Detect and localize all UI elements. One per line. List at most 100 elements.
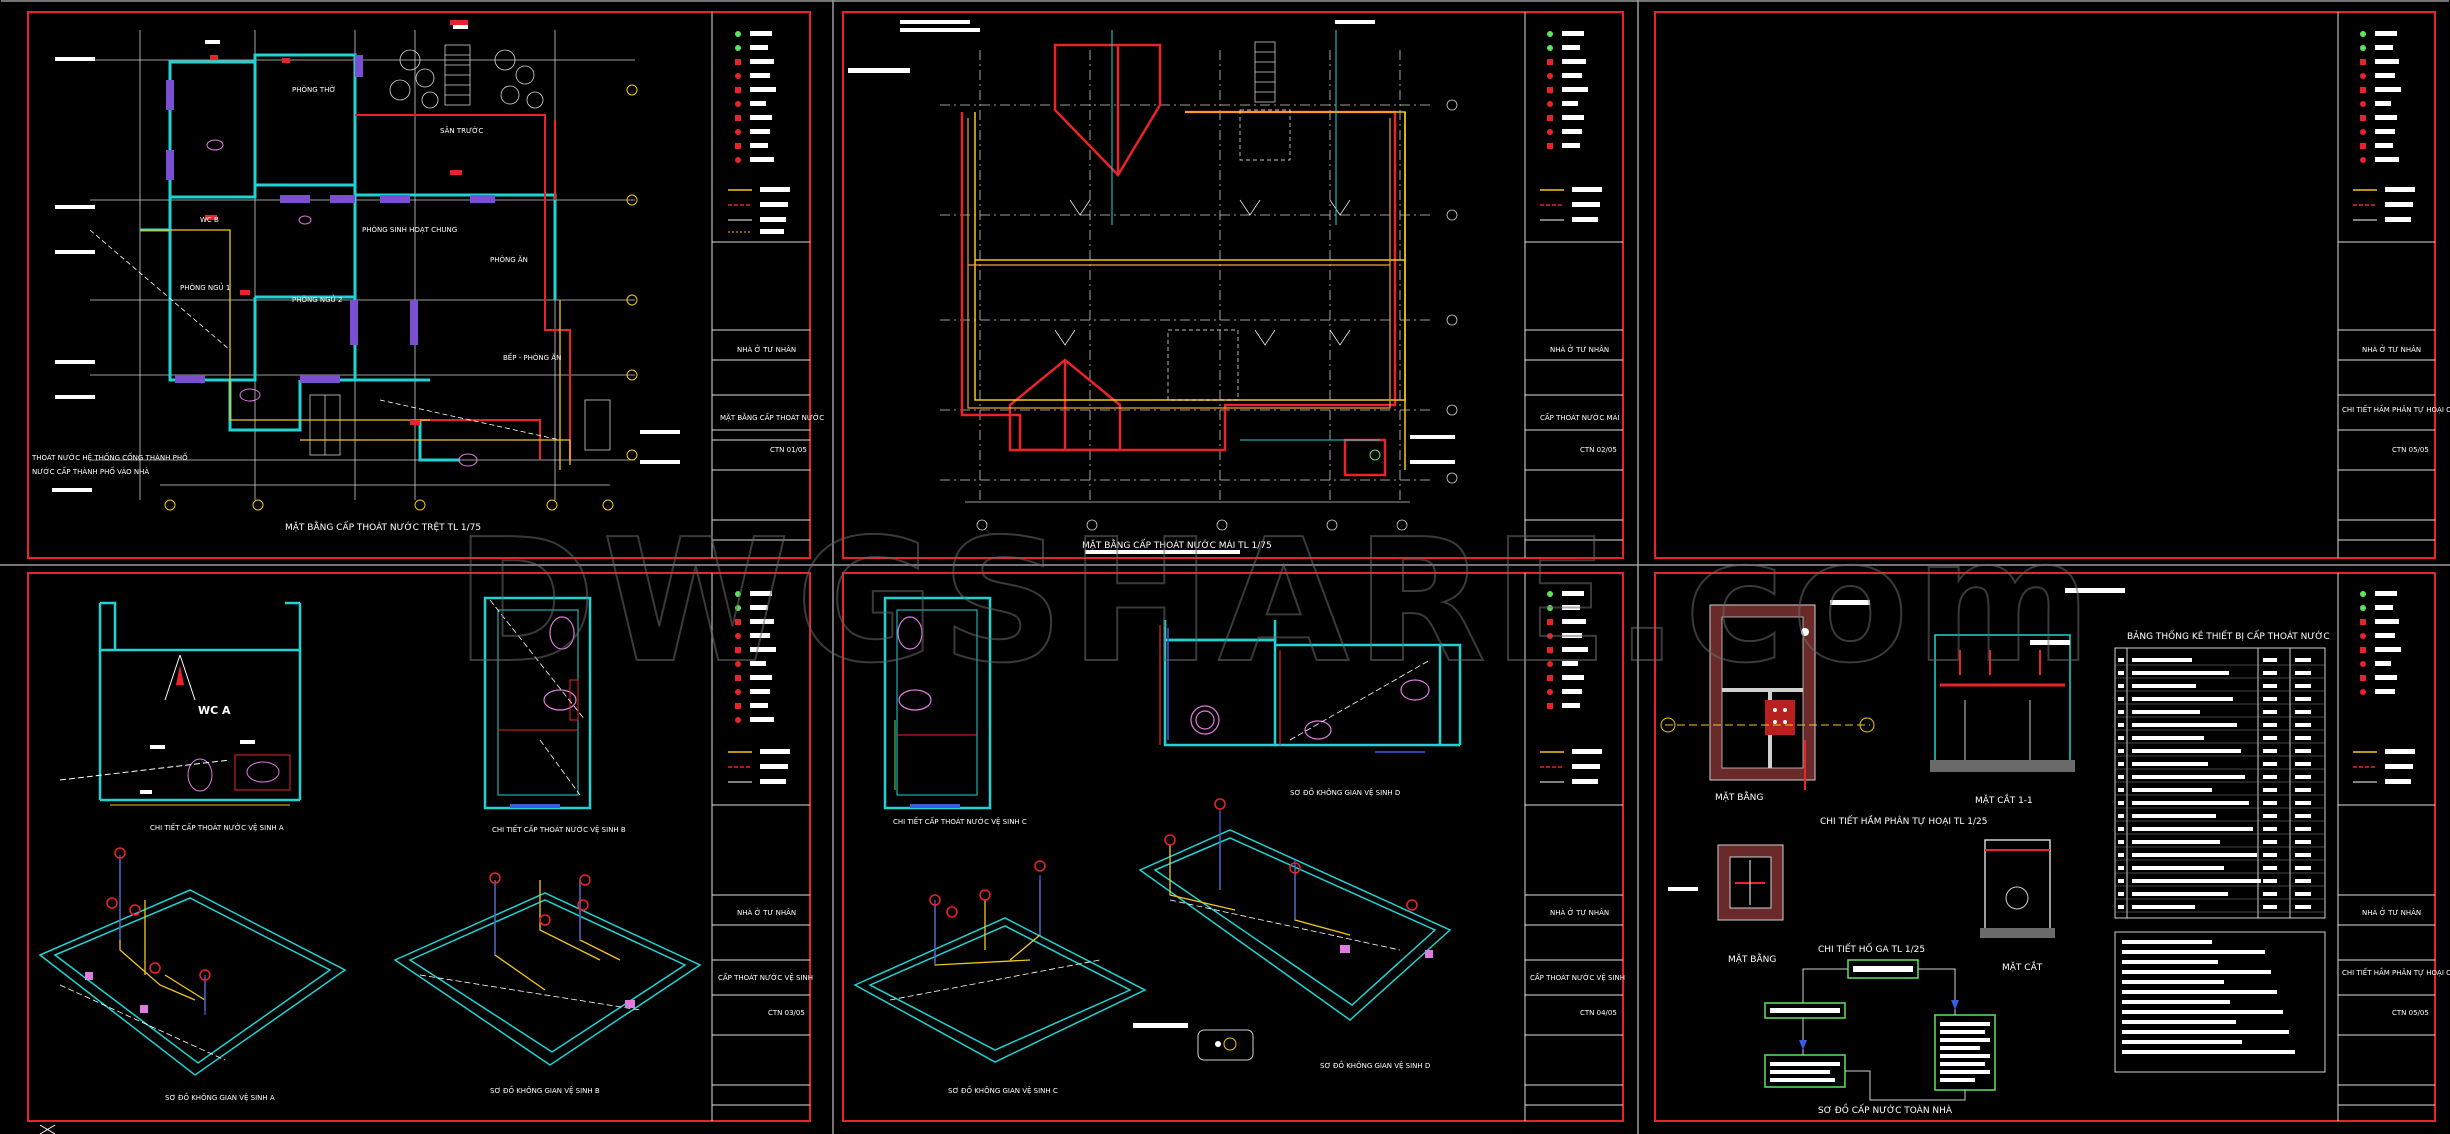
table-cell [2118, 827, 2124, 831]
table-cell [2263, 853, 2277, 857]
table-cell [2295, 827, 2311, 831]
table-cell [2118, 879, 2124, 883]
table-cell [2263, 775, 2277, 779]
table-cell [2295, 710, 2311, 714]
table-cell [2118, 788, 2124, 792]
titleblock-5-project: NHÀ Ở TƯ NHÂN [1550, 907, 1609, 917]
table-cell [2132, 892, 2228, 896]
cad-drawing-canvas: NHÀ Ở TƯ NHÂN MẶT BẰNG CẤP THOÁT NƯỚC CT… [0, 0, 2450, 1134]
titleblock-3-drawing: CHI TIẾT HẦM PHÂN TỰ HOẠI CHI TIẾT HỐ GA [2342, 404, 2450, 414]
table-cell [2263, 892, 2277, 896]
table-cell [2263, 762, 2277, 766]
table-cell [2295, 723, 2311, 727]
note-line [2122, 980, 2224, 984]
table-cell [2263, 879, 2277, 883]
table-cell [2295, 749, 2311, 753]
caption-wc-d-iso: SƠ ĐỒ KHÔNG GIAN VỆ SINH D [1320, 1060, 1430, 1070]
titleblock-4-sheet-no: CTN 03/05 [768, 1009, 805, 1017]
caption-wc-c-iso: SƠ ĐỒ KHÔNG GIAN VỆ SINH C [948, 1085, 1058, 1095]
table-cell [2295, 801, 2311, 805]
plan-note: NƯỚC CẤP THÀNH PHỐ VÀO NHÀ [32, 466, 149, 476]
table-cell [2132, 749, 2241, 753]
titleblock-2-project: NHÀ Ở TƯ NHÂN [1550, 344, 1609, 354]
titleblock-2-drawing: CẤP THOÁT NƯỚC MÁI [1540, 412, 1619, 422]
titleblock-4-drawing: CẤP THOÁT NƯỚC VỆ SINH [718, 972, 813, 982]
caption-wc-a-detail: CHI TIẾT CẤP THOÁT NƯỚC VỆ SINH A [150, 822, 284, 832]
note-line [2122, 940, 2212, 944]
table-cell [2118, 736, 2124, 740]
table-cell [2118, 814, 2124, 818]
room-label: PHÒNG NGỦ 2 [292, 294, 342, 304]
note-line [2122, 1050, 2295, 1054]
table-cell [2132, 827, 2253, 831]
table-cell [2295, 762, 2311, 766]
watermark: DWGSHARE.com [455, 503, 2098, 701]
table-cell [2295, 671, 2311, 675]
note-line [2122, 1030, 2289, 1034]
table-cell [2132, 905, 2195, 909]
table-cell [2118, 762, 2124, 766]
table-cell [2132, 697, 2233, 701]
table-cell [2118, 892, 2124, 896]
table-cell [2118, 684, 2124, 688]
table-cell [2263, 736, 2277, 740]
titleblock-2-sheet-no: CTN 02/05 [1580, 446, 1617, 454]
table-cell [2295, 697, 2311, 701]
note-line [2122, 1000, 2230, 1004]
caption-wc-d-detail: SƠ ĐỒ KHÔNG GIAN VỆ SINH D [1290, 787, 1400, 797]
note-line [2122, 960, 2218, 964]
table-cell [2263, 801, 2277, 805]
table-cell [2132, 814, 2216, 818]
table-cell [2295, 684, 2311, 688]
plan-note: THOÁT NƯỚC HỆ THỐNG CỐNG THÀNH PHỐ [31, 452, 188, 462]
table-cell [2132, 775, 2245, 779]
room-label-wc-a: WC A [198, 704, 231, 717]
table-cell [2118, 697, 2124, 701]
titleblock-6-drawing: CHI TIẾT HẦM PHÂN TỰ HOẠI CHI TIẾT HỐ GA [2342, 967, 2450, 977]
table-cell [2295, 814, 2311, 818]
note-line [2122, 950, 2265, 954]
room-label: PHÒNG THỜ [292, 85, 336, 94]
table-cell [2132, 788, 2212, 792]
caption-wc-b-detail: CHI TIẾT CẤP THOÁT NƯỚC VỆ SINH B [492, 824, 626, 834]
table-cell [2263, 697, 2277, 701]
table-cell [2263, 788, 2277, 792]
table-cell [2118, 866, 2124, 870]
room-label: PHÒNG NGỦ 1 [180, 282, 230, 292]
table-cell [2132, 684, 2196, 688]
caption-wc-c-detail: CHI TIẾT CẤP THOÁT NƯỚC VỆ SINH C [893, 816, 1027, 826]
caption-wc-b-iso: SƠ ĐỒ KHÔNG GIAN VỆ SINH B [490, 1085, 600, 1095]
table-cell [2263, 710, 2277, 714]
table-cell [2132, 840, 2220, 844]
table-cell [2263, 749, 2277, 753]
table-cell [2263, 671, 2277, 675]
room-label: PHÒNG SINH HOẠT CHUNG [362, 225, 457, 234]
titleblock-5-drawing: CẤP THOÁT NƯỚC VỆ SINH [1530, 972, 1625, 982]
table-cell [2263, 723, 2277, 727]
table-cell [2263, 840, 2277, 844]
table-cell [2132, 710, 2200, 714]
table-cell [2118, 749, 2124, 753]
table-cell [2295, 775, 2311, 779]
table-cell [2118, 801, 2124, 805]
titleblock-4-project: NHÀ Ở TƯ NHÂN [737, 907, 796, 917]
table-cell [2295, 892, 2311, 896]
titleblock-5-sheet-no: CTN 04/05 [1580, 1009, 1617, 1017]
titleblock-3-project: NHÀ Ở TƯ NHÂN [2362, 344, 2421, 354]
note-line [2122, 1010, 2283, 1014]
room-label: BẾP - PHÒNG ĂN [503, 352, 561, 362]
table-cell [2263, 814, 2277, 818]
table-cell [2295, 866, 2311, 870]
table-cell [2295, 788, 2311, 792]
table-cell [2295, 736, 2311, 740]
titleblock-1-drawing: MẶT BẰNG CẤP THOÁT NƯỚC [720, 412, 824, 422]
room-label: PHÒNG ĂN [490, 255, 528, 264]
table-cell [2263, 684, 2277, 688]
note-line [2122, 970, 2271, 974]
table-cell [2132, 879, 2261, 883]
table-cell [2295, 879, 2311, 883]
room-label: SÂN TRƯỚC [440, 126, 483, 135]
table-cell [2263, 866, 2277, 870]
table-cell [2295, 905, 2311, 909]
titleblock-1-project: NHÀ Ở TƯ NHÂN [737, 344, 796, 354]
